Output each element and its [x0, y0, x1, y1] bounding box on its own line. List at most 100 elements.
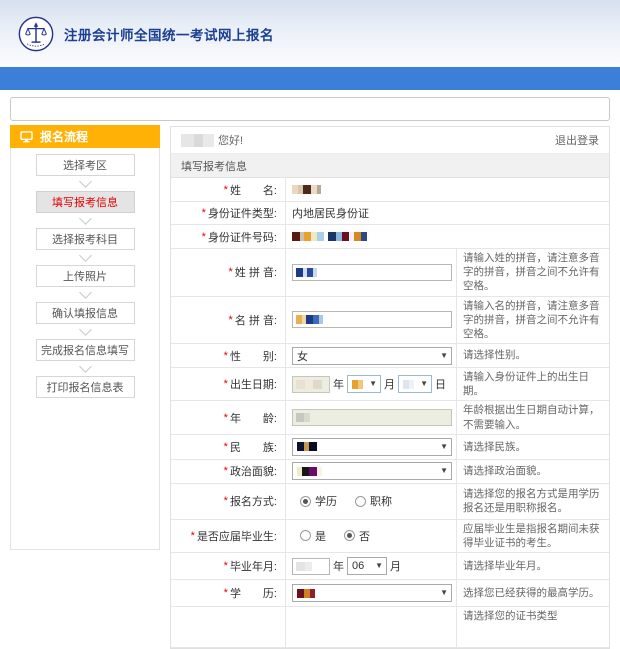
radio-button-icon: [300, 496, 311, 507]
sidebar-registration-steps: 报名流程 选择考区 填写报考信息 选择报考科目 上传照片 确认填报信息 完成报名…: [10, 126, 160, 550]
required-asterisk: *: [229, 266, 233, 278]
page-title: 注册会计师全国统一考试网上报名: [64, 24, 274, 44]
form-row-fresh-graduate: *是否应届毕业生: 是 否 应届毕业生是指报名期间未获得毕业证书的考生。: [171, 520, 609, 553]
form-row-ethnicity: *民 族: ▼ 请选择民族。: [171, 435, 609, 460]
dropdown-arrow-icon: ▼: [440, 443, 448, 451]
required-asterisk: *: [224, 587, 228, 599]
chevron-down-icon: [79, 175, 92, 188]
ethnicity-label: *民 族:: [171, 435, 286, 459]
dropdown-arrow-icon: ▼: [375, 562, 383, 570]
age-redacted: [296, 413, 310, 422]
reg-method-hint: 请选择您的报名方式是用学历报名还是用职称报名。: [456, 484, 609, 519]
radio-yes[interactable]: 是: [300, 528, 326, 544]
form-row-id-number: *身份证件号码:: [171, 225, 609, 249]
sidebar-item-select-subjects[interactable]: 选择报考科目: [36, 228, 135, 250]
form-row-name: *姓 名:: [171, 178, 609, 202]
surname-pinyin-hint: 请输入姓的拼音，请注意多音字的拼音，拼音之间不允许有空格。: [456, 249, 609, 296]
monitor-icon: [20, 131, 33, 143]
sidebar-item-fill-exam-info[interactable]: 填写报考信息: [36, 191, 135, 213]
required-asterisk: *: [224, 465, 228, 477]
content-wrapper: 报名流程 选择考区 填写报考信息 选择报考科目 上传照片 确认填报信息 完成报名…: [10, 97, 610, 649]
political-redacted: [297, 467, 322, 476]
sidebar-header: 报名流程: [10, 125, 160, 148]
chevron-down-icon: [79, 360, 92, 373]
gender-select[interactable]: 女▼: [292, 347, 452, 365]
required-asterisk: *: [229, 314, 233, 326]
birth-year-redacted: [296, 380, 322, 389]
user-greeting-bar: 您好! 退出登录: [171, 127, 609, 154]
dropdown-arrow-icon: ▼: [440, 352, 448, 360]
birth-day-redacted: [403, 380, 414, 389]
dropdown-arrow-icon: ▼: [440, 589, 448, 597]
education-select[interactable]: ▼: [292, 584, 452, 602]
nav-bar: [0, 67, 620, 90]
required-asterisk: *: [202, 207, 206, 219]
month-unit: 月: [384, 376, 395, 392]
grad-month-select[interactable]: 06▼: [347, 557, 387, 575]
form-row-graduation-date: *毕业年月: 年 06▼ 月 请选择毕业年月。: [171, 553, 609, 580]
main-panel: 您好! 退出登录 填写报考信息 *姓 名: *身份证件类型: 内地居民身份证: [170, 126, 610, 649]
education-hint: 选择您已经获得的最高学历。: [456, 580, 609, 606]
form-row-id-type: *身份证件类型: 内地居民身份证: [171, 202, 609, 225]
form-row-age: *年 龄: 年龄根据出生日期自动计算，不需要输入。: [171, 401, 609, 434]
age-hint: 年龄根据出生日期自动计算，不需要输入。: [456, 401, 609, 433]
political-hint: 请选择政治面貌。: [456, 460, 609, 483]
given-pinyin-label: *名 拼 音:: [171, 297, 286, 344]
sidebar-item-select-exam-area[interactable]: 选择考区: [36, 154, 135, 176]
birth-year-input: [292, 376, 330, 393]
greeting-text: 您好!: [218, 132, 243, 148]
ethnicity-select[interactable]: ▼: [292, 438, 452, 456]
political-label: *政治面貌:: [171, 460, 286, 483]
age-label: *年 龄:: [171, 401, 286, 433]
given-pinyin-input[interactable]: [292, 311, 452, 328]
chevron-down-icon: [79, 323, 92, 336]
id-type-value: 内地居民身份证: [292, 205, 369, 221]
cert-type-hint: 请选择您的证书类型: [456, 607, 609, 647]
chevron-down-icon: [79, 249, 92, 262]
dropdown-arrow-icon: ▼: [420, 380, 428, 388]
user-name-redacted: [181, 134, 214, 147]
month-unit: 月: [390, 558, 401, 574]
birth-date-hint: 请输入身份证件上的出生日期。: [456, 368, 609, 400]
grad-year-redacted: [296, 562, 312, 571]
surname-pinyin-input[interactable]: [292, 264, 452, 281]
registration-form: *姓 名: *身份证件类型: 内地居民身份证 *身份证件号码: *姓 拼 音:: [171, 178, 609, 648]
required-asterisk: *: [224, 184, 228, 196]
sidebar-item-finish-registration[interactable]: 完成报名信息填写: [36, 339, 135, 361]
form-row-birth-date: *出生日期: 年 ▼ 月 ▼ 日 请输入身份证件上的出生日期。: [171, 368, 609, 401]
menu-bar: [10, 97, 610, 121]
required-asterisk: *: [224, 350, 228, 362]
surname-pinyin-redacted: [296, 268, 317, 277]
gender-hint: 请选择性别。: [456, 344, 609, 367]
name-label: *姓 名:: [171, 178, 286, 201]
section-title: 填写报考信息: [171, 154, 609, 178]
education-label: *学 历:: [171, 580, 286, 606]
required-asterisk: *: [224, 560, 228, 572]
form-row-education: *学 历: ▼ 选择您已经获得的最高学历。: [171, 580, 609, 607]
cert-type-label: [171, 607, 286, 647]
sidebar-item-print-form[interactable]: 打印报名信息表: [36, 376, 135, 398]
radio-button-icon: [300, 530, 311, 541]
radio-no[interactable]: 否: [344, 528, 370, 544]
logout-link[interactable]: 退出登录: [555, 132, 599, 148]
radio-education[interactable]: 学历: [300, 493, 337, 509]
sidebar-item-upload-photo[interactable]: 上传照片: [36, 265, 135, 287]
grad-year-input[interactable]: [292, 558, 330, 575]
required-asterisk: *: [224, 441, 228, 453]
birth-month-redacted: [352, 380, 363, 389]
given-pinyin-redacted: [296, 315, 323, 324]
reg-method-label: *报名方式:: [171, 484, 286, 519]
form-row-political-status: *政治面貌: ▼ 请选择政治面貌。: [171, 460, 609, 484]
political-select[interactable]: ▼: [292, 462, 452, 480]
sidebar-item-confirm-info[interactable]: 确认填报信息: [36, 302, 135, 324]
required-asterisk: *: [202, 231, 206, 243]
required-asterisk: *: [224, 412, 228, 424]
id-number-label: *身份证件号码:: [171, 225, 286, 248]
id-number-redacted: [292, 232, 367, 241]
radio-professional-title[interactable]: 职称: [355, 493, 392, 509]
birth-month-select[interactable]: ▼: [347, 375, 381, 393]
fresh-grad-hint: 应届毕业生是指报名期间未获得毕业证书的考生。: [456, 520, 609, 552]
ethnicity-redacted: [297, 442, 317, 451]
form-row-registration-method: *报名方式: 学历 职称 请选择您的报名方式是用学历报名还是用职称报名。: [171, 484, 609, 520]
birth-day-select[interactable]: ▼: [398, 375, 432, 393]
